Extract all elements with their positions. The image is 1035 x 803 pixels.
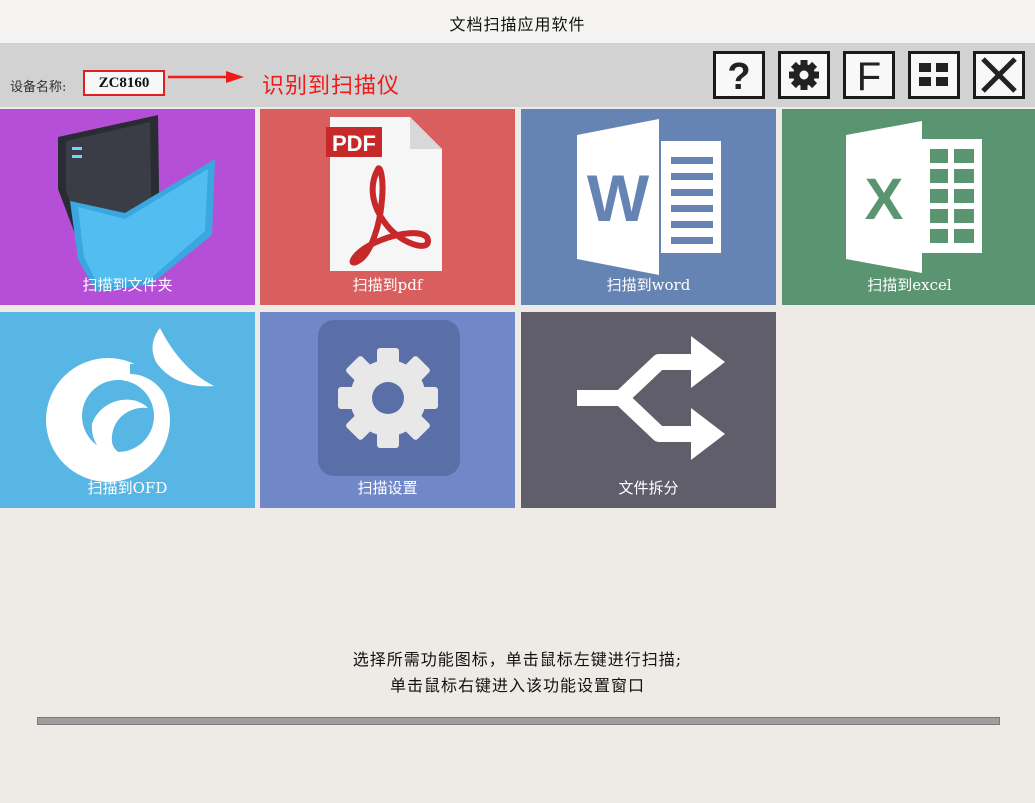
close-button[interactable] [973,51,1025,99]
toolbar: 设备名称: ZC8160 识别到扫描仪 ? F [0,44,1035,107]
tile-label: 扫描到excel [867,276,952,294]
tile-label: 扫描到文件夹 [82,276,173,294]
tile-label: 扫描到OFD [87,479,168,497]
tile-scan-settings[interactable]: 扫描设置 [260,312,515,508]
question-mark-icon: ? [727,56,750,95]
window-title: 文档扫描应用软件 [449,15,586,34]
svg-text:W: W [587,161,650,235]
tile-label: 扫描到pdf [352,276,423,294]
letter-f-icon: F [857,55,881,95]
svg-text:F: F [857,55,881,95]
svg-text:X: X [865,167,904,232]
tile-label: 扫描设置 [357,479,418,497]
instruction-line-1: 选择所需功能图标，单击鼠标左键进行扫描; [352,650,683,669]
svg-text:?: ? [727,56,750,95]
grid-icon [919,63,948,86]
device-name-value: ZC8160 [83,70,165,96]
close-icon [981,57,1017,93]
tile-scan-to-pdf[interactable]: PDF 扫描到pdf [260,109,515,305]
tile-file-split[interactable]: 文件拆分 [521,312,776,508]
tile-label: 扫描到word [606,276,691,294]
grid-button[interactable] [908,51,960,99]
tile-scan-to-excel[interactable]: X 扫描到excel [782,109,1035,305]
device-name-label: 设备名称: [10,80,67,95]
title-bar: 文档扫描应用软件 [0,0,1035,44]
gear-icon [789,60,819,90]
svg-text:PDF: PDF [332,131,376,156]
f-button[interactable]: F [843,51,895,99]
help-button[interactable]: ? [713,51,765,99]
tile-scan-to-ofd[interactable]: 扫描到OFD [0,312,255,508]
instruction-line-2: 单击鼠标右键进入该功能设置窗口 [389,676,645,695]
tile-scan-to-word[interactable]: W 扫描到word [521,109,776,305]
tile-label: 文件拆分 [618,479,679,497]
progress-bar [37,717,1000,725]
tile-scan-to-folder[interactable]: 扫描到文件夹 [0,109,255,305]
settings-button[interactable] [778,51,830,99]
scanner-detected-annotation: 识别到扫描仪 [262,74,401,99]
annotation-arrow-icon [168,71,244,83]
